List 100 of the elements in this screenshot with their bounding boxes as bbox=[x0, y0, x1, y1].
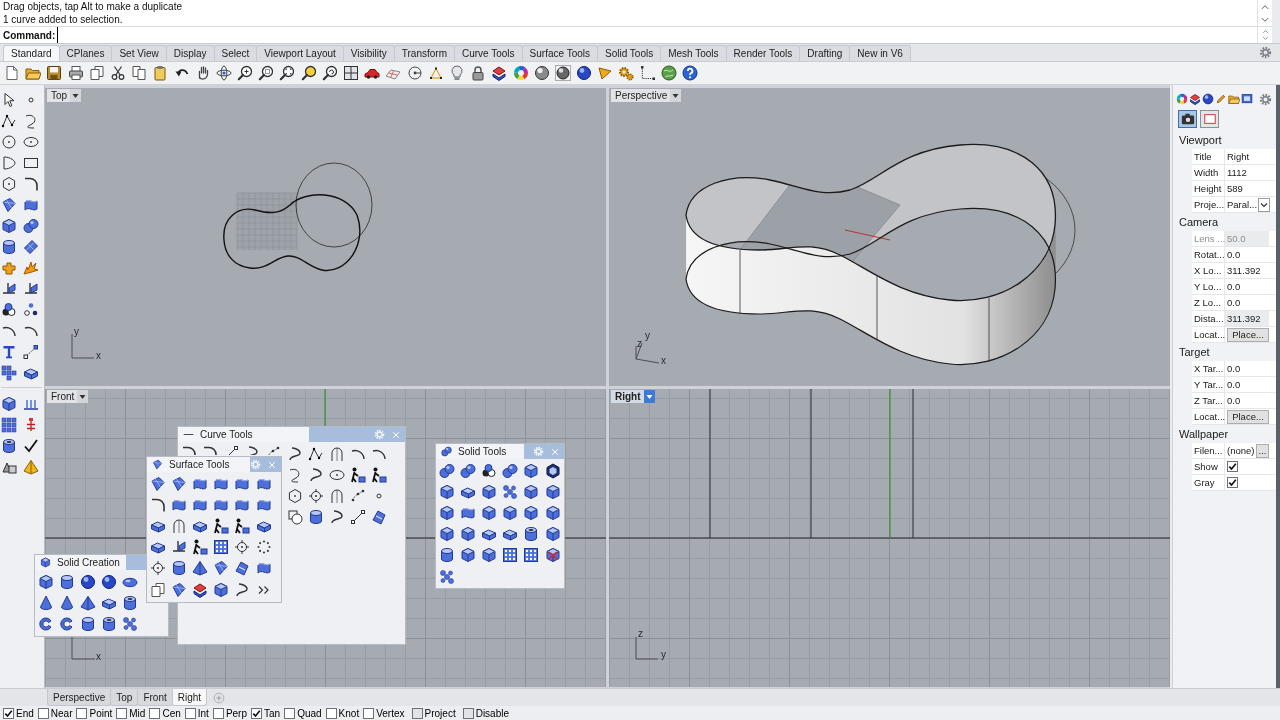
fillet-icon[interactable] bbox=[23, 176, 39, 192]
tube-icon[interactable] bbox=[122, 594, 139, 611]
property-field[interactable]: 0.0 bbox=[1225, 393, 1269, 408]
color-wheel-icon[interactable] bbox=[512, 65, 529, 81]
circle-square-icon[interactable] bbox=[286, 509, 303, 526]
curve-points-icon[interactable] bbox=[350, 487, 367, 504]
tube-icon[interactable] bbox=[101, 615, 118, 632]
orbit-icon[interactable] bbox=[215, 65, 232, 81]
zoom-icon[interactable] bbox=[237, 65, 254, 81]
four-squares-icon[interactable] bbox=[343, 65, 359, 81]
curve-points-icon[interactable] bbox=[265, 445, 282, 455]
arch-icon[interactable] bbox=[170, 517, 187, 534]
viewport-title-menu[interactable]: Perspective bbox=[611, 89, 682, 102]
pointer-icon[interactable] bbox=[1, 92, 17, 108]
surface-icon[interactable] bbox=[170, 475, 187, 492]
hexagon-solid-icon[interactable] bbox=[544, 462, 561, 479]
ribbon-icon[interactable] bbox=[371, 509, 388, 526]
place-button[interactable]: Place... bbox=[1227, 409, 1269, 424]
layers-icon[interactable] bbox=[491, 65, 508, 81]
viewport-tab[interactable]: Top bbox=[110, 689, 139, 706]
cube-cross-icon[interactable] bbox=[544, 547, 561, 564]
checkbox[interactable] bbox=[37, 707, 49, 719]
checkbox[interactable] bbox=[284, 707, 296, 719]
rectangle-icon[interactable] bbox=[23, 155, 39, 171]
property-field[interactable]: 589 bbox=[1225, 181, 1269, 196]
folder-icon[interactable] bbox=[1228, 93, 1240, 105]
corner-plane-icon[interactable] bbox=[23, 281, 39, 297]
property-field[interactable]: 311.392 bbox=[1225, 311, 1269, 326]
cube-icon[interactable] bbox=[438, 526, 455, 543]
toolbar-tab[interactable]: Transform bbox=[393, 45, 455, 61]
cylinder-icon[interactable] bbox=[79, 615, 96, 632]
sphere-icon[interactable] bbox=[79, 573, 96, 590]
property-field[interactable]: 1112 bbox=[1225, 165, 1269, 180]
new-file-icon[interactable] bbox=[4, 65, 20, 81]
sphere-icon[interactable] bbox=[533, 65, 550, 81]
arch-icon[interactable] bbox=[328, 487, 345, 504]
worker-icon[interactable] bbox=[350, 466, 367, 483]
cube-icon[interactable] bbox=[37, 573, 54, 590]
cylinder-icon[interactable] bbox=[438, 547, 455, 564]
corner-plane-icon[interactable] bbox=[1, 281, 17, 297]
dotted-corner-icon[interactable] bbox=[639, 65, 656, 81]
slab-icon[interactable] bbox=[23, 365, 39, 381]
triangle-points-icon[interactable] bbox=[427, 65, 444, 81]
printer-icon[interactable] bbox=[67, 65, 84, 81]
target-icon[interactable] bbox=[234, 539, 251, 556]
s-curve-icon[interactable] bbox=[307, 466, 324, 483]
dotted-tile-icon[interactable] bbox=[502, 547, 519, 564]
property-field[interactable]: 0.0 bbox=[1225, 295, 1269, 310]
checkbox[interactable] bbox=[212, 707, 224, 719]
worker-icon[interactable] bbox=[191, 539, 208, 556]
circle-point-icon[interactable] bbox=[406, 65, 423, 81]
dotted-tile-icon[interactable] bbox=[213, 539, 230, 556]
dots-cluster-icon[interactable] bbox=[122, 615, 139, 632]
checkbox[interactable] bbox=[184, 707, 196, 719]
pyramid-icon[interactable] bbox=[79, 594, 96, 611]
zoom-extents-icon[interactable] bbox=[279, 65, 296, 81]
circle-icon[interactable] bbox=[1, 134, 17, 150]
tube-icon[interactable] bbox=[1, 438, 17, 454]
s-curve-icon[interactable] bbox=[234, 581, 251, 598]
grid-icon[interactable] bbox=[1, 417, 17, 433]
scroll-up-icon[interactable] bbox=[1261, 28, 1269, 35]
cube-icon[interactable] bbox=[544, 504, 561, 521]
cube-icon[interactable] bbox=[502, 504, 519, 521]
toolbar-tab[interactable]: Solid Tools bbox=[597, 45, 662, 61]
cube-icon[interactable] bbox=[1, 396, 17, 412]
cube-icon[interactable] bbox=[544, 526, 561, 543]
surface-icon[interactable] bbox=[149, 475, 166, 492]
dotted-tile-icon[interactable] bbox=[523, 547, 540, 564]
worker-icon[interactable] bbox=[234, 517, 251, 534]
cube-icon[interactable] bbox=[459, 547, 476, 564]
check-icon[interactable] bbox=[23, 438, 39, 454]
spheres-icon[interactable] bbox=[502, 462, 519, 479]
viewport-title-menu[interactable]: Right bbox=[611, 390, 655, 403]
checkbox[interactable] bbox=[1227, 461, 1238, 472]
fillet-icon[interactable] bbox=[201, 445, 218, 455]
property-field[interactable]: 0.0 bbox=[1225, 247, 1269, 262]
cylinder-icon[interactable] bbox=[170, 560, 187, 577]
help-icon[interactable] bbox=[682, 65, 698, 81]
folder-icon[interactable] bbox=[25, 65, 42, 81]
s-curve-icon[interactable] bbox=[328, 509, 345, 526]
polyline-icon[interactable] bbox=[1, 113, 17, 129]
property-field[interactable]: 0.0 bbox=[1225, 377, 1269, 392]
triangle-icon[interactable] bbox=[597, 65, 614, 81]
toolbar-tab[interactable]: Select bbox=[213, 45, 258, 61]
toolbar-tab[interactable]: Surface Tools bbox=[521, 45, 598, 61]
copy-icon[interactable] bbox=[131, 65, 148, 81]
settings-icon[interactable] bbox=[1259, 92, 1272, 106]
documents-icon[interactable] bbox=[88, 65, 105, 81]
tube-icon[interactable] bbox=[523, 526, 540, 543]
cube-icon[interactable] bbox=[438, 504, 455, 521]
panel-page-tab[interactable] bbox=[1178, 110, 1197, 128]
toolbar-tab[interactable]: New in V6 bbox=[849, 45, 911, 61]
layers-icon[interactable] bbox=[191, 581, 208, 598]
s-curve-icon[interactable] bbox=[286, 445, 303, 462]
cylinder-icon[interactable] bbox=[1, 239, 17, 255]
toolbar-tab[interactable]: Set View bbox=[111, 45, 167, 61]
toolbar-tab[interactable]: Curve Tools bbox=[453, 45, 523, 61]
toolbar-tab[interactable]: Mesh Tools bbox=[660, 45, 727, 61]
toolbar-tab[interactable]: Drafting bbox=[799, 45, 851, 61]
cube-icon[interactable] bbox=[459, 526, 476, 543]
